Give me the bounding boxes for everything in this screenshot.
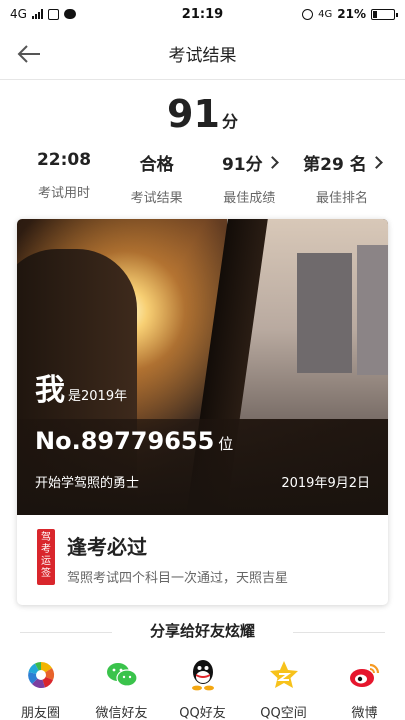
me-label: 我	[35, 373, 65, 408]
weibo-icon	[348, 658, 382, 692]
photo-building	[297, 253, 352, 373]
nav-bar: 考试结果	[0, 28, 405, 80]
stat-value: 22:08	[36, 150, 92, 170]
stat-best-rank[interactable]: 第29 名 最佳排名	[298, 150, 386, 206]
photo-building	[357, 245, 388, 375]
share-weibo[interactable]: 微博	[325, 658, 405, 720]
fortune-title: 逢考必过	[67, 535, 147, 559]
page-title: 考试结果	[168, 46, 237, 66]
card-photo: 我 是2019年 No.89779655 位 开始学驾照的勇士 2019年9月2…	[17, 219, 388, 515]
score-value: 91	[167, 92, 220, 136]
chevron-right-icon	[369, 156, 383, 169]
back-arrow-icon	[17, 45, 40, 63]
status-left: 4G	[10, 7, 76, 21]
moments-icon	[24, 658, 58, 692]
stat-value: 91分	[221, 155, 263, 175]
rank-unit: 位	[218, 435, 234, 453]
message-icon	[63, 9, 76, 19]
photo-footer: 开始学驾照的勇士 2019年9月2日	[35, 472, 370, 491]
stat-best-score[interactable]: 91分 最佳成绩	[205, 150, 293, 206]
status-right: 4G 21%	[302, 7, 398, 21]
signal-label: 4G	[10, 7, 27, 21]
alarm-icon	[302, 8, 314, 20]
fortune-stamp: 驾考运签	[37, 529, 55, 585]
result-card: 我 是2019年 No.89779655 位 开始学驾照的勇士 2019年9月2…	[17, 219, 388, 605]
share-moments[interactable]: 朋友圈	[1, 658, 81, 720]
fortune-description: 驾照考试四个科目一次通过，天照吉星	[67, 571, 289, 586]
share-wechat[interactable]: 微信好友	[82, 658, 162, 720]
status-bar: 4G 21:19 4G 21%	[0, 0, 405, 28]
stat-duration: 22:08 考试用时	[20, 150, 108, 206]
stat-label: 最佳成绩	[223, 191, 276, 206]
stat-result: 合格 考试结果	[113, 150, 201, 206]
share-label: 微博	[351, 706, 378, 720]
stat-value: 第29 名	[303, 155, 367, 175]
stat-label: 考试用时	[37, 186, 90, 201]
me-suffix: 是2019年	[68, 389, 128, 404]
fortune-section: 驾考运签 逢考必过 驾照考试四个科目一次通过，天照吉星	[17, 515, 388, 605]
stat-label: 最佳排名	[315, 191, 368, 206]
footer-caption: 开始学驾照的勇士	[35, 476, 140, 491]
battery-percent: 21%	[337, 7, 366, 21]
battery-icon	[371, 8, 398, 20]
share-qq[interactable]: QQ好友	[163, 658, 243, 720]
stat-label: 考试结果	[130, 191, 183, 206]
network-label: 4G	[318, 8, 333, 20]
score-unit: 分	[221, 112, 238, 131]
qzone-icon	[267, 658, 301, 692]
share-label: 微信好友	[95, 706, 148, 720]
stat-value: 合格	[139, 155, 174, 175]
share-label: QQ好友	[179, 706, 226, 720]
wechat-icon	[105, 658, 139, 692]
share-title: 分享给好友炫耀	[149, 622, 255, 640]
back-button[interactable]	[14, 40, 44, 68]
photo-text: 我 是2019年 No.89779655 位	[35, 365, 233, 455]
share-label: 朋友圈	[20, 706, 60, 720]
stats-row: 22:08 考试用时 合格 考试结果 91分 最佳成绩 第29 名 最佳排名	[20, 150, 386, 206]
score-display: 91 分	[0, 92, 405, 136]
share-row: 朋友圈 微信好友 QQ好友 QQ空间 微博	[0, 658, 405, 720]
footer-date: 2019年9月2日	[281, 476, 370, 491]
qq-icon	[186, 658, 220, 692]
chevron-right-icon	[265, 156, 279, 169]
share-label: QQ空间	[260, 706, 307, 720]
signal-bars-icon	[31, 9, 43, 19]
share-qzone[interactable]: QQ空间	[244, 658, 324, 720]
notification-icon	[47, 8, 59, 20]
rank-number: No.89779655	[35, 427, 215, 455]
